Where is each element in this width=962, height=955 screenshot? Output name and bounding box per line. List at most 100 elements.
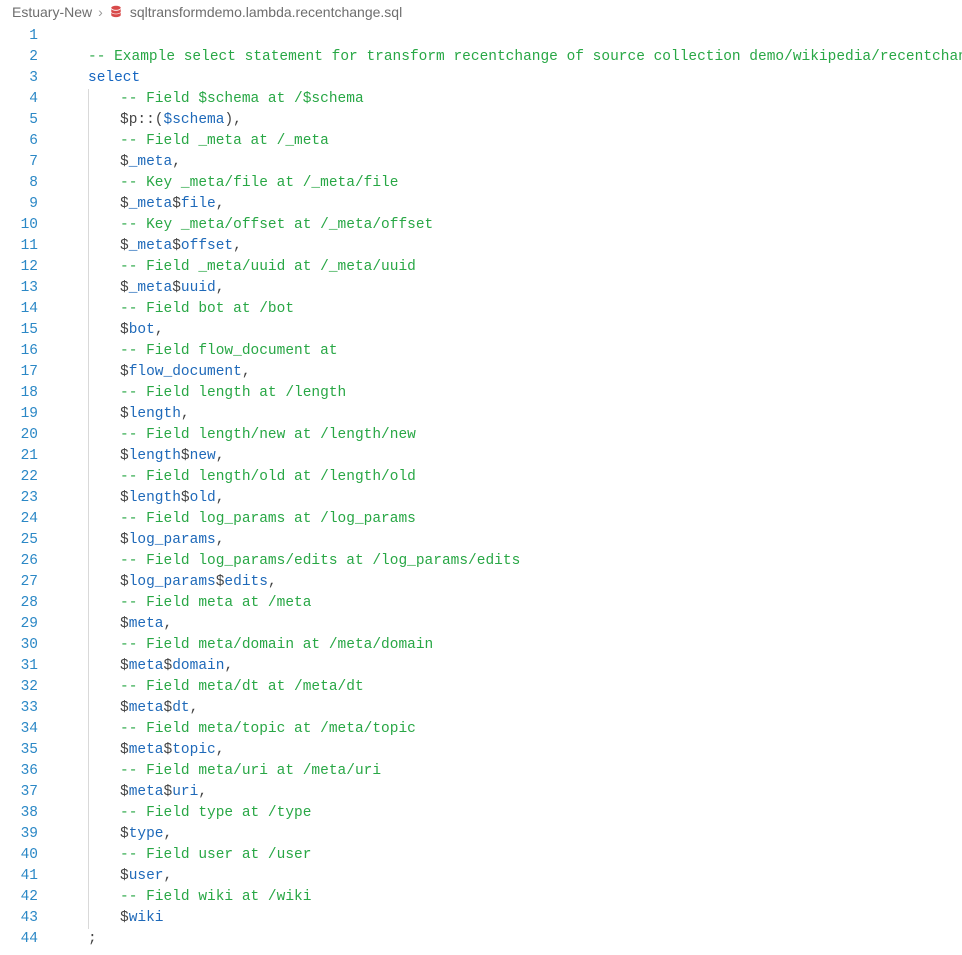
indent-guide [88,362,89,383]
code-line[interactable]: $log_params$edits, [56,572,962,593]
code-line[interactable]: -- Field meta/dt at /meta/dt [56,677,962,698]
indent-guide [88,383,89,404]
code-text: $ [172,194,181,215]
code-line[interactable]: $meta$uri, [56,782,962,803]
code-line[interactable]: $p::($schema), [56,110,962,131]
code-line[interactable]: $wiki [56,908,962,929]
line-number: 21 [0,446,38,467]
code-text: , [216,194,225,215]
breadcrumb-root[interactable]: Estuary-New [12,4,92,20]
code-line[interactable]: -- Example select statement for transfor… [56,47,962,68]
code-line[interactable]: -- Field _meta at /_meta [56,131,962,152]
code-editor[interactable]: 1234567891011121314151617181920212223242… [0,26,962,950]
code-line[interactable]: $log_params, [56,530,962,551]
code-line[interactable]: $user, [56,866,962,887]
code-text: , [268,572,277,593]
code-line[interactable]: -- Field meta at /meta [56,593,962,614]
indent-guide [88,761,89,782]
line-number: 42 [0,887,38,908]
code-comment: -- Field type at /type [120,803,311,824]
code-line[interactable]: $_meta$file, [56,194,962,215]
code-area[interactable]: -- Example select statement for transfor… [56,26,962,950]
code-line[interactable]: $_meta$offset, [56,236,962,257]
code-line[interactable]: -- Field meta/uri at /meta/uri [56,761,962,782]
indent-guide [88,530,89,551]
code-text: $ [120,530,129,551]
line-number: 14 [0,299,38,320]
code-line[interactable]: $meta$domain, [56,656,962,677]
code-text: $ [164,740,173,761]
line-number: 6 [0,131,38,152]
code-line[interactable]: -- Field wiki at /wiki [56,887,962,908]
indent-guide [88,320,89,341]
code-text: $ [120,614,129,635]
breadcrumb-file[interactable]: sqltransformdemo.lambda.recentchange.sql [130,4,402,20]
code-variable: meta [129,782,164,803]
code-text: , [216,740,225,761]
code-comment: -- Field _meta at /_meta [120,131,329,152]
indent-guide [88,509,89,530]
code-line[interactable]: -- Field bot at /bot [56,299,962,320]
indent-guide [88,740,89,761]
line-number: 1 [0,26,38,47]
code-line[interactable]: $length$new, [56,446,962,467]
code-comment: -- Field length/new at /length/new [120,425,416,446]
code-line[interactable]: -- Field _meta/uuid at /_meta/uuid [56,257,962,278]
code-line[interactable]: -- Field user at /user [56,845,962,866]
code-line[interactable] [56,26,962,47]
line-number: 37 [0,782,38,803]
code-text: , [164,614,173,635]
code-line[interactable]: $_meta, [56,152,962,173]
line-number: 27 [0,572,38,593]
code-line[interactable]: -- Field meta/topic at /meta/topic [56,719,962,740]
code-line[interactable]: $bot, [56,320,962,341]
code-variable: length [129,488,181,509]
code-line[interactable]: -- Key _meta/offset at /_meta/offset [56,215,962,236]
indent-guide [88,635,89,656]
code-line[interactable]: $type, [56,824,962,845]
line-number: 43 [0,908,38,929]
code-line[interactable]: -- Field log_params at /log_params [56,509,962,530]
code-line[interactable]: ; [56,929,962,950]
indent-guide [88,824,89,845]
code-line[interactable]: $meta$dt, [56,698,962,719]
code-variable: _meta [129,236,173,257]
line-number: 44 [0,929,38,950]
indent-guide [88,257,89,278]
code-line[interactable]: -- Field length/old at /length/old [56,467,962,488]
code-line[interactable]: $flow_document, [56,362,962,383]
code-line[interactable]: -- Field type at /type [56,803,962,824]
code-line[interactable]: -- Field length/new at /length/new [56,425,962,446]
code-variable: _meta [129,278,173,299]
code-line[interactable]: $meta, [56,614,962,635]
line-number: 32 [0,677,38,698]
code-line[interactable]: -- Field length at /length [56,383,962,404]
code-text: $ [120,278,129,299]
code-text: ; [88,929,97,950]
indent-guide [88,908,89,929]
code-variable: uri [172,782,198,803]
code-line[interactable]: $_meta$uuid, [56,278,962,299]
code-text: , [198,782,207,803]
line-number: 13 [0,278,38,299]
code-line[interactable]: -- Field log_params/edits at /log_params… [56,551,962,572]
code-line[interactable]: $meta$topic, [56,740,962,761]
code-line[interactable]: -- Field flow_document at [56,341,962,362]
code-text: $ [120,740,129,761]
line-number: 10 [0,215,38,236]
line-number: 7 [0,152,38,173]
code-line[interactable]: select [56,68,962,89]
code-text: $ [120,908,129,929]
breadcrumb: Estuary-New › sqltransformdemo.lambda.re… [0,0,962,26]
code-line[interactable]: $length$old, [56,488,962,509]
code-line[interactable]: -- Field meta/domain at /meta/domain [56,635,962,656]
code-text: $ [172,236,181,257]
code-line[interactable]: -- Key _meta/file at /_meta/file [56,173,962,194]
code-text: $ [120,320,129,341]
code-line[interactable]: -- Field $schema at /$schema [56,89,962,110]
code-line[interactable]: $length, [56,404,962,425]
line-number: 19 [0,404,38,425]
code-text: $ [120,488,129,509]
code-text: , [216,446,225,467]
line-number: 8 [0,173,38,194]
